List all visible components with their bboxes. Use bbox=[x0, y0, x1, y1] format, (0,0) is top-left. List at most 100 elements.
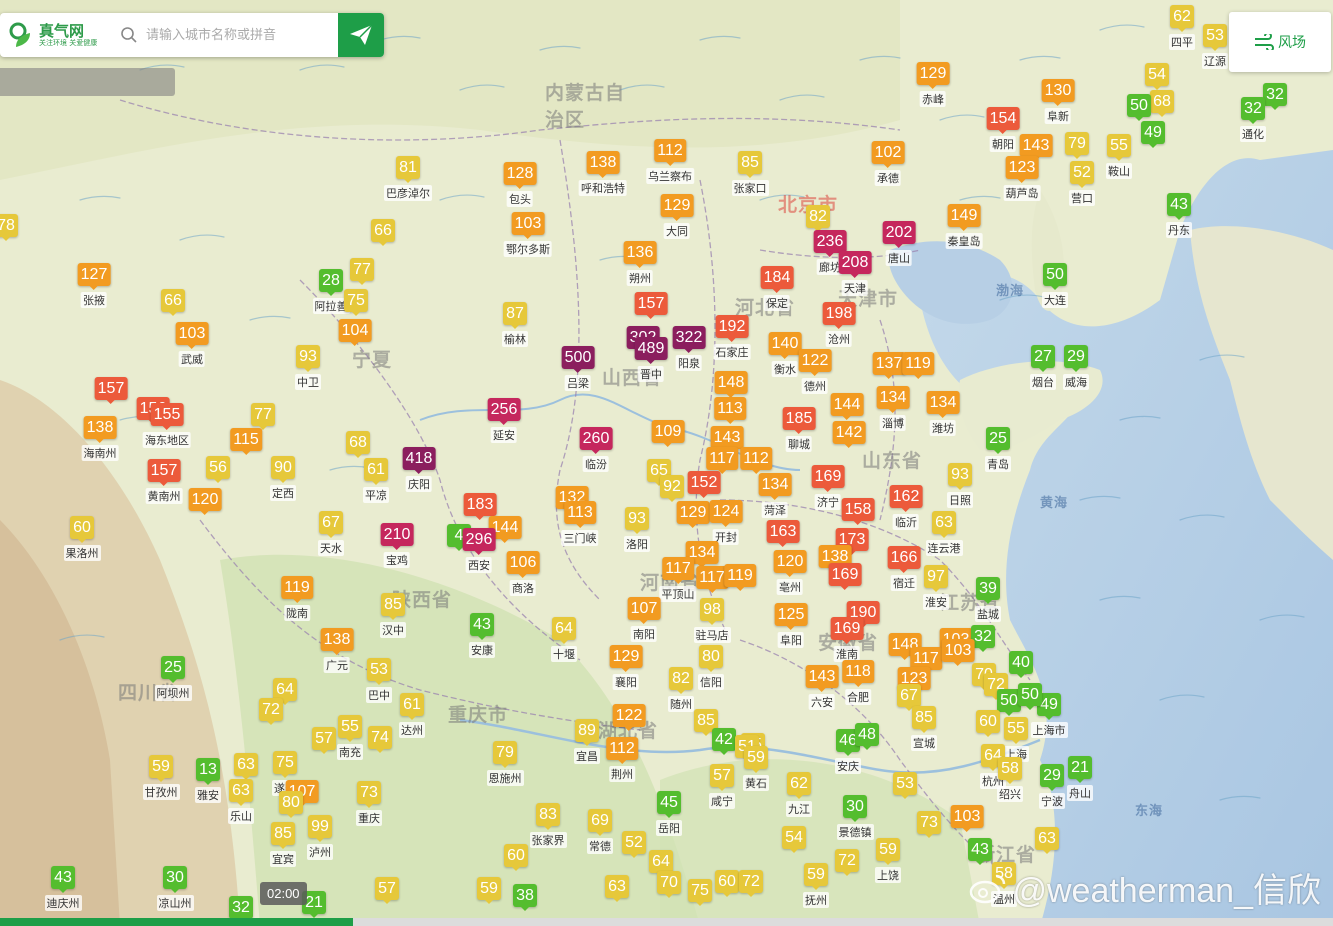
aqi-marker[interactable]: 92 bbox=[660, 475, 684, 502]
aqi-marker[interactable]: 13 雅安 bbox=[195, 758, 221, 803]
aqi-marker[interactable]: 57 bbox=[312, 727, 336, 754]
aqi-marker[interactable]: 39 盐城 bbox=[975, 577, 1001, 622]
aqi-marker[interactable]: 62 九江 bbox=[786, 772, 812, 817]
aqi-marker[interactable]: 59 甘孜州 bbox=[142, 755, 180, 800]
aqi-marker[interactable]: 78 bbox=[0, 214, 18, 241]
aqi-marker[interactable]: 57 咸宁 bbox=[709, 764, 735, 809]
aqi-marker[interactable]: 50 大连 bbox=[1042, 263, 1068, 308]
search-input[interactable] bbox=[144, 26, 328, 44]
aqi-marker[interactable]: 119 bbox=[724, 564, 756, 591]
aqi-marker[interactable]: 82 随州 bbox=[668, 667, 694, 712]
aqi-marker[interactable]: 53 bbox=[893, 772, 917, 799]
aqi-marker[interactable]: 113 三门峡 bbox=[561, 501, 599, 546]
aqi-marker[interactable]: 119 陇南 bbox=[281, 576, 313, 621]
aqi-marker[interactable]: 149 秦皇岛 bbox=[945, 204, 983, 249]
aqi-marker[interactable]: 72 bbox=[259, 698, 283, 725]
aqi-marker[interactable]: 82 bbox=[806, 205, 830, 232]
aqi-marker[interactable]: 25 青岛 bbox=[985, 427, 1011, 472]
aqi-marker[interactable]: 157 bbox=[94, 377, 128, 404]
aqi-marker[interactable]: 202 唐山 bbox=[882, 221, 916, 266]
aqi-marker[interactable]: 55 上海 bbox=[1003, 717, 1029, 762]
aqi-marker[interactable]: 52 bbox=[622, 831, 646, 858]
aqi-marker[interactable]: 61 平凉 bbox=[363, 458, 389, 503]
aqi-marker[interactable]: 210 宝鸡 bbox=[380, 523, 414, 568]
aqi-marker[interactable]: 56 bbox=[206, 456, 230, 483]
aqi-marker[interactable]: 93 洛阳 bbox=[624, 507, 650, 552]
aqi-marker[interactable]: 112 荆州 bbox=[606, 737, 638, 782]
aqi-marker[interactable]: 154 朝阳 bbox=[986, 107, 1020, 152]
aqi-marker[interactable]: 169 济宁 bbox=[811, 465, 845, 510]
aqi-marker[interactable]: 60 bbox=[976, 710, 1000, 737]
aqi-marker[interactable]: 58 绍兴 bbox=[997, 757, 1023, 802]
aqi-marker[interactable]: 85 宜宾 bbox=[270, 822, 296, 867]
aqi-marker[interactable]: 138 海南州 bbox=[81, 416, 119, 461]
aqi-marker[interactable]: 166 宿迁 bbox=[887, 546, 921, 591]
aqi-marker[interactable]: 55 南充 bbox=[337, 715, 363, 760]
aqi-marker[interactable]: 140 衡水 bbox=[768, 332, 802, 377]
aqi-marker[interactable]: 418 庆阳 bbox=[402, 447, 436, 492]
aqi-marker[interactable]: 66 bbox=[371, 219, 395, 246]
aqi-marker[interactable]: 102 承德 bbox=[871, 141, 905, 186]
aqi-marker[interactable]: 129 襄阳 bbox=[609, 645, 643, 690]
aqi-marker[interactable]: 38 bbox=[513, 884, 537, 911]
aqi-marker[interactable]: 80 信阳 bbox=[698, 645, 724, 690]
aqi-marker[interactable]: 137 bbox=[872, 352, 906, 379]
aqi-marker[interactable]: 103 bbox=[950, 805, 984, 832]
aqi-marker[interactable]: 157 bbox=[634, 292, 668, 319]
aqi-marker[interactable]: 129 大同 bbox=[660, 194, 694, 239]
aqi-marker[interactable]: 134 菏泽 bbox=[758, 473, 792, 518]
aqi-marker[interactable]: 98 驻马店 bbox=[693, 598, 731, 643]
aqi-marker[interactable]: 50 bbox=[1018, 683, 1042, 710]
aqi-marker[interactable]: 90 定西 bbox=[270, 456, 296, 501]
aqi-marker[interactable]: 75 bbox=[688, 879, 712, 906]
aqi-marker[interactable]: 55 鞍山 bbox=[1106, 134, 1132, 179]
aqi-marker[interactable]: 103 鄂尔多斯 bbox=[503, 212, 552, 257]
aqi-marker[interactable]: 79 bbox=[1065, 132, 1089, 159]
aqi-marker[interactable]: 144 bbox=[830, 393, 864, 420]
aqi-marker[interactable]: 192 石家庄 bbox=[713, 315, 751, 360]
aqi-marker[interactable]: 129 赤峰 bbox=[916, 62, 950, 107]
aqi-marker[interactable]: 185 聊城 bbox=[782, 407, 816, 452]
timeline-slider[interactable] bbox=[0, 918, 1333, 926]
aqi-marker[interactable]: 155 海东地区 bbox=[142, 403, 191, 448]
aqi-marker[interactable]: 42 bbox=[712, 728, 736, 755]
aqi-marker[interactable]: 50 bbox=[1127, 94, 1151, 121]
aqi-marker[interactable]: 74 bbox=[368, 726, 392, 753]
aqi-marker[interactable]: 32 通化 bbox=[1240, 97, 1266, 142]
aqi-marker[interactable]: 61 达州 bbox=[399, 693, 425, 738]
aqi-marker[interactable]: 75 bbox=[344, 289, 368, 316]
aqi-marker[interactable]: 63 bbox=[1035, 827, 1059, 854]
aqi-marker[interactable]: 128 包头 bbox=[503, 162, 537, 207]
aqi-marker[interactable]: 138 呼和浩特 bbox=[578, 151, 627, 196]
aqi-marker[interactable]: 70 bbox=[657, 871, 681, 898]
aqi-marker[interactable]: 43 bbox=[968, 838, 992, 865]
aqi-marker[interactable]: 115 bbox=[230, 428, 262, 455]
aqi-marker[interactable]: 136 朔州 bbox=[623, 241, 657, 286]
aqi-marker[interactable]: 162 临沂 bbox=[889, 485, 923, 530]
aqi-marker[interactable]: 54 bbox=[782, 826, 806, 853]
wind-field-button[interactable]: 风场 bbox=[1229, 12, 1331, 72]
aqi-marker[interactable]: 40 bbox=[1009, 651, 1033, 678]
aqi-marker[interactable]: 500 吕梁 bbox=[561, 346, 595, 391]
aqi-marker[interactable]: 72 bbox=[835, 849, 859, 876]
aqi-marker[interactable]: 28 阿拉善 bbox=[312, 269, 350, 314]
aqi-marker[interactable]: 52 营口 bbox=[1069, 161, 1095, 206]
aqi-marker[interactable]: 158 bbox=[841, 498, 875, 525]
aqi-marker[interactable]: 68 bbox=[1150, 90, 1174, 117]
aqi-marker[interactable]: 72 bbox=[739, 870, 763, 897]
aqi-marker[interactable]: 169 bbox=[828, 563, 862, 590]
aqi-marker[interactable]: 79 恩施州 bbox=[486, 741, 524, 786]
aqi-marker[interactable]: 43 迪庆州 bbox=[44, 866, 82, 911]
logo[interactable]: 真气网 关注环境 关爱健康 bbox=[0, 21, 112, 49]
aqi-marker[interactable]: 63 连云港 bbox=[925, 511, 963, 556]
aqi-marker[interactable]: 62 四平 bbox=[1169, 5, 1195, 50]
aqi-marker[interactable]: 59 抚州 bbox=[803, 863, 829, 908]
aqi-marker[interactable]: 148 bbox=[714, 371, 748, 398]
aqi-marker[interactable]: 127 张掖 bbox=[77, 263, 111, 308]
aqi-marker[interactable]: 163 bbox=[766, 520, 800, 547]
aqi-marker[interactable]: 59 上饶 bbox=[875, 838, 901, 883]
aqi-marker[interactable]: 32 bbox=[1263, 83, 1287, 110]
aqi-marker[interactable]: 69 常德 bbox=[587, 809, 613, 854]
aqi-marker[interactable]: 120 bbox=[188, 488, 222, 515]
aqi-marker[interactable]: 43 丹东 bbox=[1166, 193, 1192, 238]
